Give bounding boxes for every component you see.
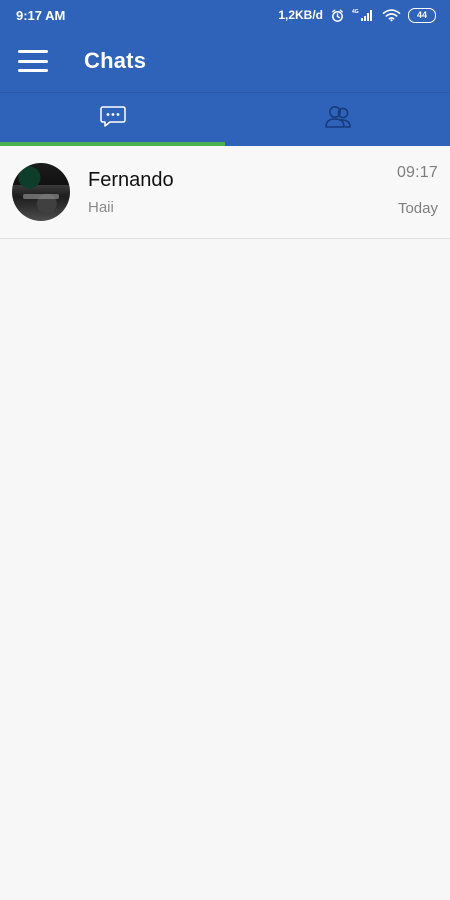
tab-contacts[interactable]	[225, 93, 450, 146]
message-time: 09:17	[396, 164, 438, 181]
page-title: Chats	[84, 48, 147, 73]
contact-name: Fernando	[88, 168, 174, 191]
chat-text-group: Fernando Haii	[88, 169, 438, 216]
status-time: 9:17 AM	[16, 7, 66, 23]
network-speed: 1,2KB/d	[278, 8, 323, 22]
alarm-icon	[330, 8, 345, 23]
signal-icon: 4G	[352, 8, 375, 22]
signal-label: 4G	[352, 9, 359, 15]
chats-screen: 9:17 AM 1,2KB/d 4G 44 Chats Fernando Hai…	[0, 0, 450, 900]
status-right-group: 1,2KB/d 4G 44	[278, 7, 436, 23]
menu-icon[interactable]	[18, 50, 48, 72]
chat-bubble-icon	[98, 102, 128, 137]
contacts-icon	[321, 102, 355, 137]
avatar	[12, 163, 70, 221]
battery-icon: 44	[408, 7, 436, 23]
status-bar: 9:17 AM 1,2KB/d 4G 44	[0, 0, 450, 30]
chat-list: Fernando Haii 09:17 Today	[0, 146, 450, 239]
chat-meta: 09:17 Today	[397, 164, 438, 217]
tab-bar	[0, 92, 450, 146]
battery-level: 44	[416, 9, 427, 20]
message-day: Today	[397, 200, 438, 217]
list-item[interactable]: Fernando Haii 09:17 Today	[0, 146, 450, 239]
top-app-area: 9:17 AM 1,2KB/d 4G 44 Chats	[0, 0, 450, 146]
message-preview: Haii	[88, 198, 114, 216]
wifi-icon	[382, 8, 401, 22]
app-bar: Chats	[0, 30, 450, 92]
tab-chats[interactable]	[0, 93, 225, 146]
